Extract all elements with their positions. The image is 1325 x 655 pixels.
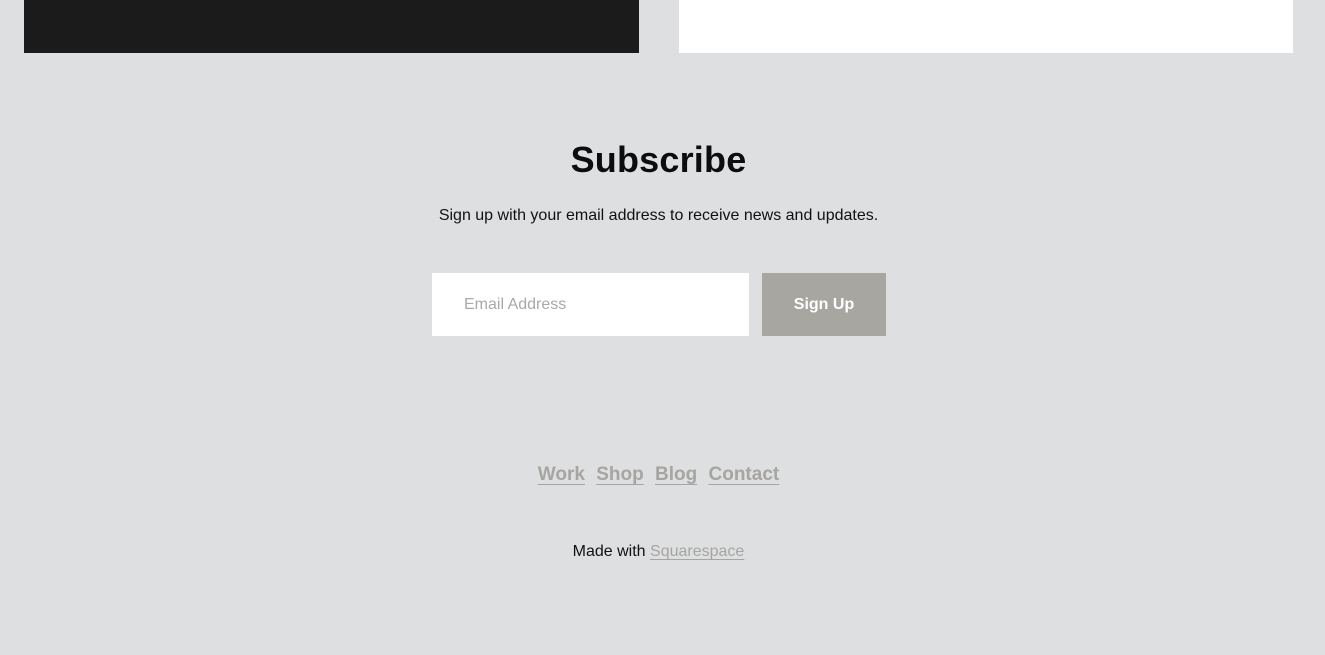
content-block-dark <box>24 0 639 53</box>
subscribe-description: Sign up with your email address to recei… <box>438 207 879 224</box>
footer-link-shop[interactable]: Shop <box>596 464 644 485</box>
footer-link-work[interactable]: Work <box>538 464 585 485</box>
footer-link-contact[interactable]: Contact <box>709 464 780 485</box>
made-with-text: Made with <box>572 543 651 560</box>
made-with-credit: Made with Squarespace <box>0 541 1317 563</box>
squarespace-link[interactable]: Squarespace <box>650 543 744 560</box>
content-block-light <box>679 0 1293 53</box>
subscribe-heading: Subscribe <box>570 139 747 180</box>
footer-navigation: Work Shop Blog Contact <box>0 462 1317 488</box>
sign-up-button[interactable]: Sign Up <box>762 273 886 336</box>
email-address-input[interactable] <box>432 273 749 336</box>
footer-link-blog[interactable]: Blog <box>655 464 697 485</box>
